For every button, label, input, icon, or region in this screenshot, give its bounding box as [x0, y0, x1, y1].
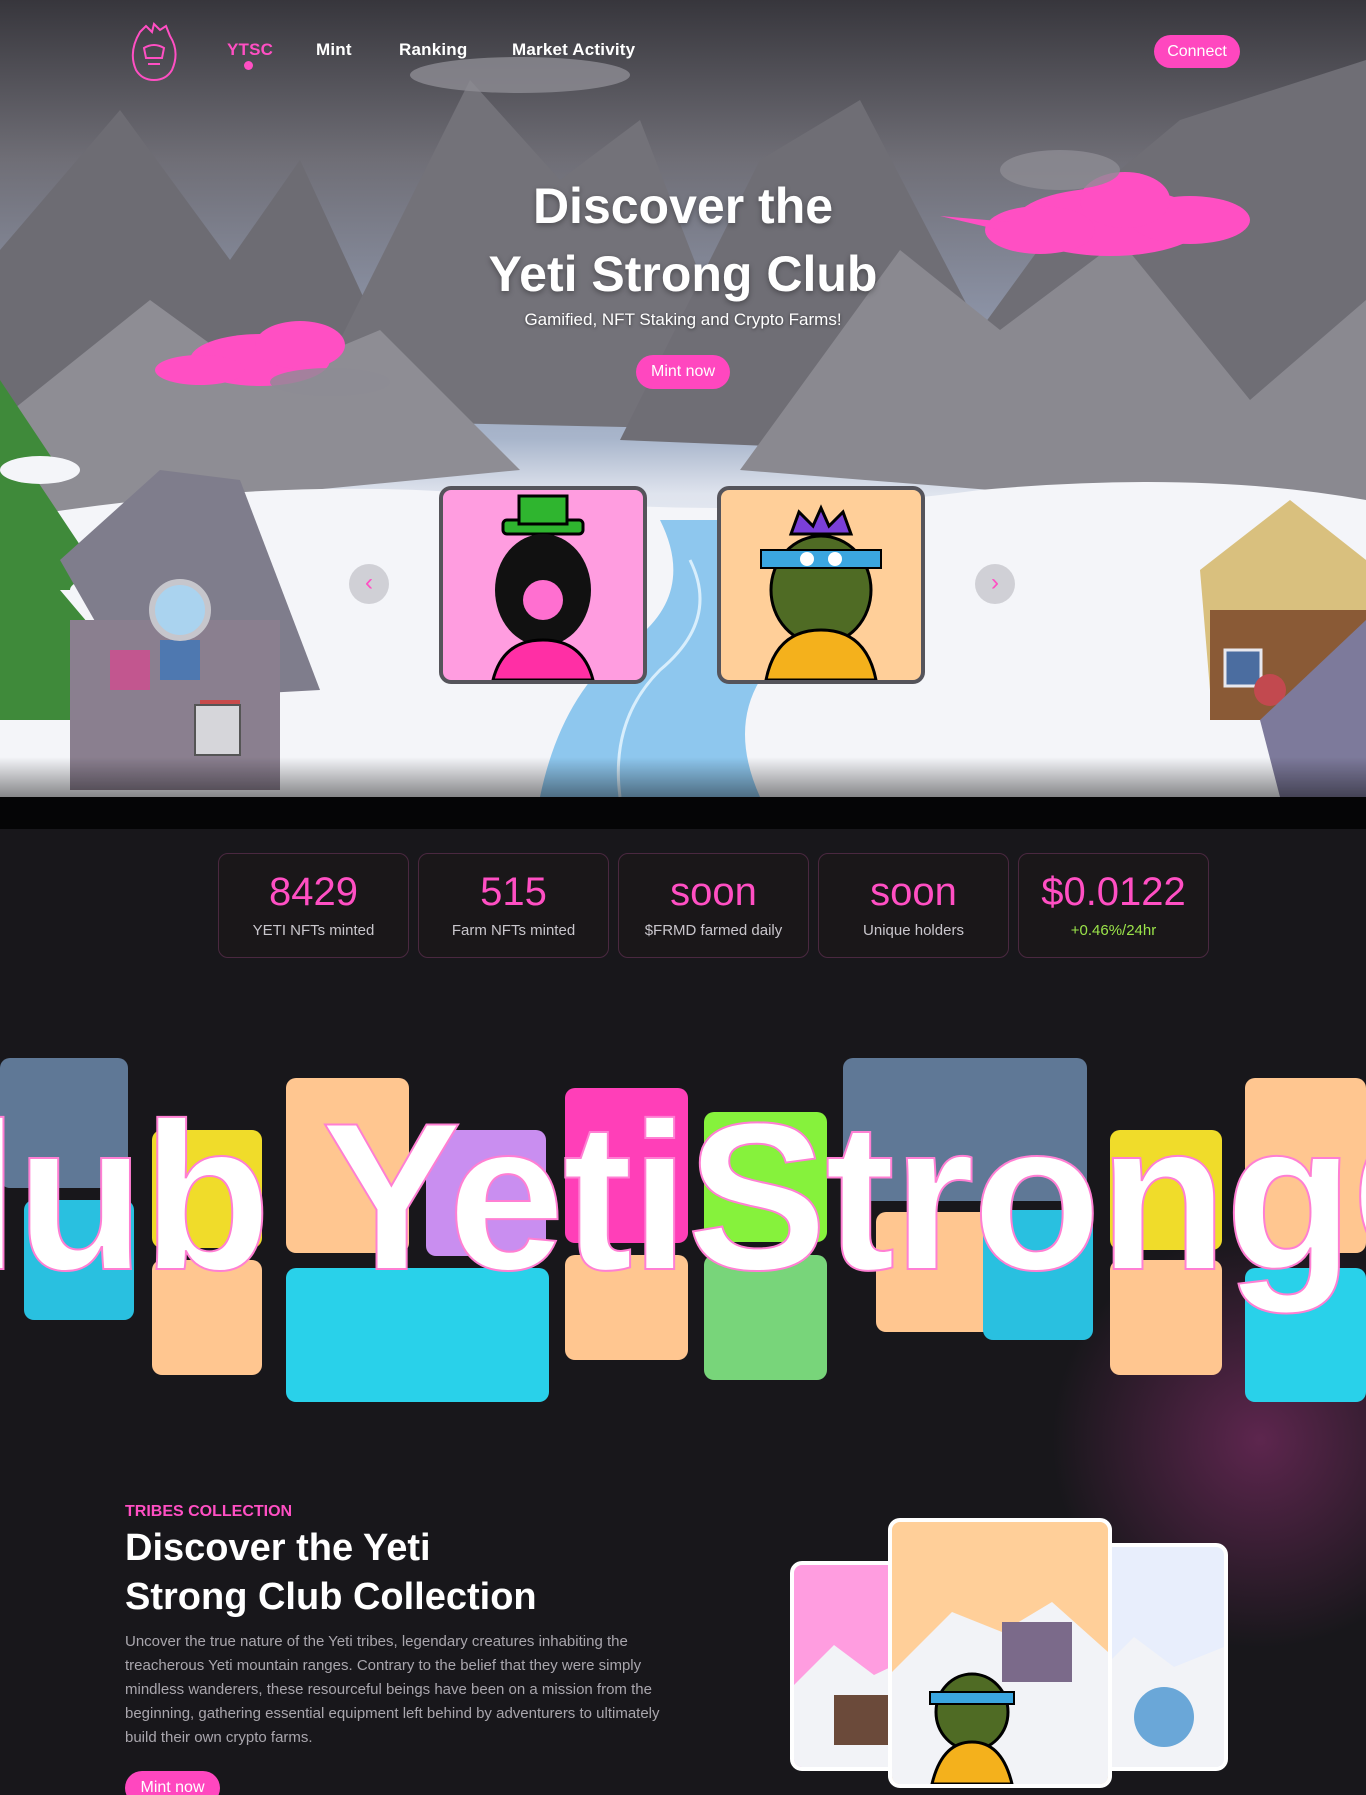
nav-market-activity[interactable]: Market Activity [512, 40, 635, 60]
stat-card-yeti-minted: 8429 YETI NFTs minted [218, 853, 409, 958]
hero-title-line1: Discover the [532, 178, 834, 234]
hero-title: Discover the Yeti Strong Club [383, 172, 983, 308]
stat-card-unique-holders: soon Unique holders [818, 853, 1009, 958]
marquee-headline: lub YetiStrongC [0, 1079, 1366, 1314]
collection-title-line1: Discover the Yeti [125, 1527, 431, 1569]
stat-card-frmd-farmed: soon $FRMD farmed daily [618, 853, 809, 958]
yeti-nft-image [892, 1602, 1108, 1784]
stat-card-token-price: $0.0122 +0.46%/24hr [1018, 853, 1209, 958]
hero-title-line2: Yeti Strong Club [488, 246, 878, 302]
stat-label: $FRMD farmed daily [644, 922, 783, 939]
nav-mint[interactable]: Mint [316, 40, 352, 60]
chevron-right-icon: › [991, 569, 999, 596]
yeti-nft-image [1094, 1637, 1224, 1767]
carousel-prev-button[interactable]: ‹ [349, 564, 389, 604]
stat-label: YETI NFTs minted [252, 922, 375, 939]
collection-eyebrow: TRIBES COLLECTION [125, 1503, 293, 1520]
stat-value: 515 [480, 870, 547, 914]
hero-bottom-fade [0, 757, 1366, 797]
connect-button[interactable]: Connect [1154, 35, 1240, 68]
stat-value: soon [670, 870, 757, 914]
hero-mint-button[interactable]: Mint now [636, 355, 730, 389]
collection-description: Uncover the true nature of the Yeti trib… [125, 1633, 660, 1746]
stat-label: Farm NFTs minted [451, 922, 576, 939]
stat-label: Unique holders [863, 922, 964, 939]
hero-section: YTSC Mint Ranking Market Activity Connec… [0, 0, 1366, 797]
collection-card [888, 1518, 1112, 1788]
top-nav: YTSC Mint Ranking Market Activity Connec… [0, 0, 1366, 100]
nav-ranking[interactable]: Ranking [399, 40, 467, 60]
carousel-card[interactable] [439, 486, 647, 684]
collection-title-line2: Strong Club Collection [125, 1576, 537, 1618]
yeti-nft-image [760, 504, 882, 680]
stat-value: soon [870, 870, 957, 914]
stat-card-farm-minted: 515 Farm NFTs minted [418, 853, 609, 958]
hero-subtitle: Gamified, NFT Staking and Crypto Farms! [524, 310, 842, 329]
active-indicator [244, 61, 253, 70]
stat-change: +0.46%/24hr [1070, 922, 1157, 939]
hero-divider [0, 797, 1366, 829]
carousel-next-button[interactable]: › [975, 564, 1015, 604]
hero-background-art [0, 57, 1366, 797]
yeti-nft-image [491, 494, 595, 680]
stat-value: 8429 [269, 870, 358, 914]
page: YTSC Mint Ranking Market Activity Connec… [0, 0, 1366, 1795]
nav-ytsc[interactable]: YTSC [227, 40, 273, 60]
collection-title: Discover the Yeti Strong Club Collection [125, 1524, 537, 1622]
yeti-head-icon[interactable] [126, 22, 182, 82]
chevron-left-icon: ‹ [365, 569, 373, 596]
collection-mint-button[interactable]: Mint now [125, 1771, 220, 1795]
carousel-card[interactable] [717, 486, 925, 684]
stat-value: $0.0122 [1041, 870, 1186, 914]
